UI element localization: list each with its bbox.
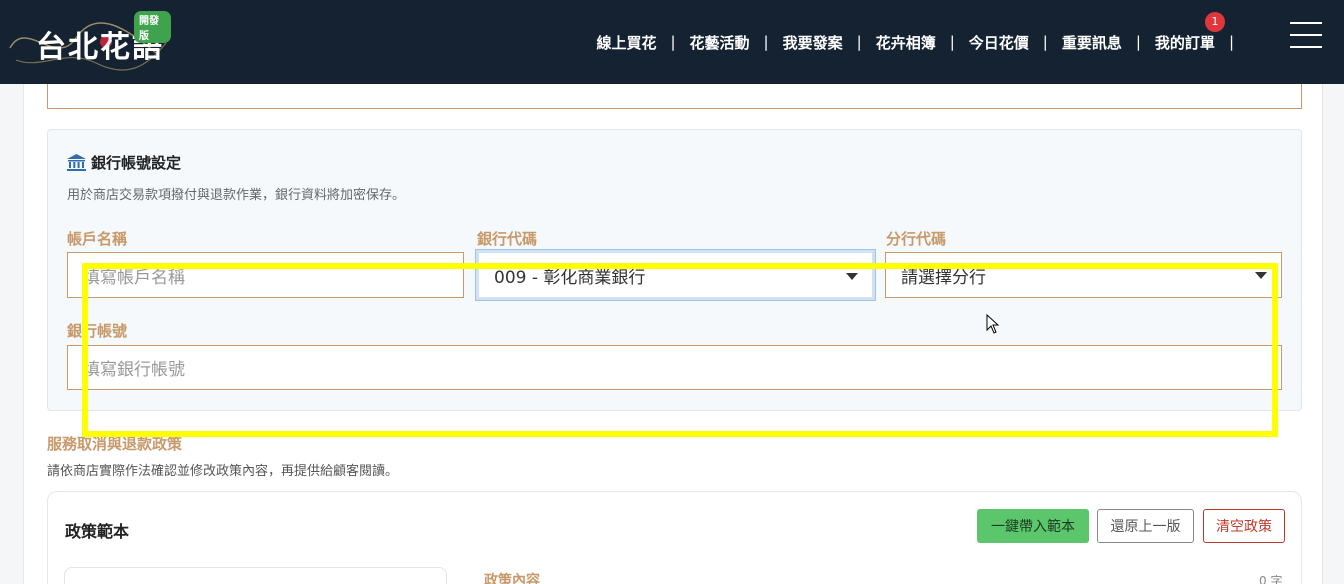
mouse-cursor-icon xyxy=(986,314,1000,334)
account-number-label: 銀行帳號 xyxy=(67,322,128,340)
nav-important-news[interactable]: 重要訊息 xyxy=(1062,32,1122,53)
nav-my-orders[interactable]: 我的訂單 1 xyxy=(1154,11,1225,53)
bank-code-select[interactable]: 009 - 彰化商業銀行 xyxy=(475,249,876,301)
account-name-label: 帳戶名稱 xyxy=(67,230,128,248)
branch-code-select[interactable]: 請選擇分行 xyxy=(885,252,1282,298)
bank-code-value: 009 - 彰化商業銀行 xyxy=(494,267,646,288)
nav-separator: | xyxy=(670,33,676,51)
bank-code-label: 銀行代碼 xyxy=(477,230,538,248)
account-number-input[interactable]: 填寫銀行帳號 xyxy=(67,345,1282,390)
apply-template-button[interactable]: 一鍵帶入範本 xyxy=(977,509,1089,543)
previous-field-bottom[interactable] xyxy=(47,84,1302,109)
main-nav: 線上買花 | 花藝活動 | 我要發案 | 花卉相簿 | 今日花價 | 重要訊息 … xyxy=(596,0,1248,84)
nav-separator: | xyxy=(856,33,862,51)
policy-content-label: 政策內容 xyxy=(484,573,540,584)
restore-previous-button[interactable]: 還原上一版 xyxy=(1097,509,1194,543)
nav-online-buy-flowers[interactable]: 線上買花 xyxy=(596,32,656,53)
bank-icon xyxy=(67,154,86,171)
bank-section-title: 銀行帳號設定 xyxy=(67,152,181,173)
nav-floral-events[interactable]: 花藝活動 xyxy=(690,32,750,53)
nav-separator: | xyxy=(1228,33,1234,51)
template-list-box[interactable] xyxy=(64,567,447,584)
nav-my-orders-label: 我的訂單 xyxy=(1154,33,1215,52)
nav-post-job[interactable]: 我要發案 xyxy=(783,32,843,53)
nav-separator: | xyxy=(1042,33,1048,51)
hamburger-menu-icon[interactable] xyxy=(1290,22,1322,48)
order-count-badge: 1 xyxy=(1204,11,1225,32)
nav-flower-album[interactable]: 花卉相簿 xyxy=(876,32,936,53)
site-logo[interactable]: 台北花語 開發版 xyxy=(6,8,171,74)
policy-template-title: 政策範本 xyxy=(65,522,130,541)
nav-separator: | xyxy=(949,33,955,51)
policy-section-description: 請依商店實際作法確認並修改政策內容，再提供給顧客閱讀。 xyxy=(47,464,399,479)
bank-description: 用於商店交易款項撥付與退款作業，銀行資料將加密保存。 xyxy=(67,188,406,203)
clear-policy-button[interactable]: 清空政策 xyxy=(1203,509,1285,543)
nav-separator: | xyxy=(1135,33,1141,51)
account-name-input[interactable]: 填寫帳戶名稱 xyxy=(67,252,464,298)
policy-section-title: 服務取消與退款政策 xyxy=(47,435,183,453)
char-count: 0 字 xyxy=(1259,574,1283,584)
nav-separator: | xyxy=(763,33,769,51)
branch-code-label: 分行代碼 xyxy=(886,230,947,248)
chevron-down-icon xyxy=(1255,272,1267,279)
branch-code-value: 請選擇分行 xyxy=(901,267,986,288)
nav-today-prices[interactable]: 今日花價 xyxy=(969,32,1029,53)
chevron-down-icon xyxy=(846,273,858,280)
bank-title-text: 銀行帳號設定 xyxy=(91,154,182,172)
dev-version-badge: 開發版 xyxy=(134,11,171,43)
